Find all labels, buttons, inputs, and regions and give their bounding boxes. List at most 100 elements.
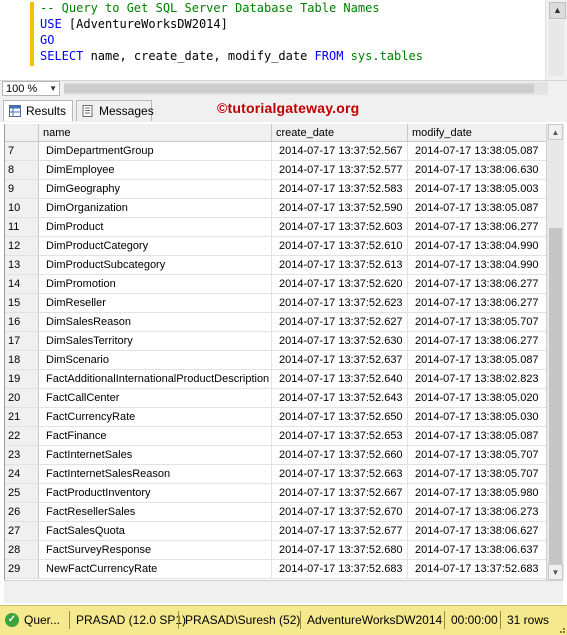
table-row[interactable]: 20 FactCallCenter 2014-07-17 13:37:52.643 2… bbox=[5, 389, 547, 408]
row-number[interactable]: 23 bbox=[5, 446, 39, 465]
table-row[interactable]: 25 FactProductInventory 2014-07-17 13:37:5… bbox=[5, 484, 547, 503]
editor-vertical-scrollbar[interactable]: ▲ bbox=[545, 0, 567, 80]
cell-modify-date[interactable]: 2014-07-17 13:38:06.627 bbox=[408, 522, 547, 541]
row-number[interactable]: 13 bbox=[5, 256, 39, 275]
cell-modify-date[interactable]: 2014-07-17 13:38:06.277 bbox=[408, 332, 547, 351]
row-number[interactable]: 24 bbox=[5, 465, 39, 484]
code-line[interactable]: -- Query to Get SQL Server Database Tabl… bbox=[40, 0, 545, 16]
cell-create-date[interactable]: 2014-07-17 13:37:52.567 bbox=[272, 142, 408, 161]
row-number[interactable]: 9 bbox=[5, 180, 39, 199]
row-number[interactable]: 11 bbox=[5, 218, 39, 237]
table-row[interactable]: 27 FactSalesQuota 2014-07-17 13:37:52.677 2… bbox=[5, 522, 547, 541]
cell-name[interactable]: FactInternetSalesReason bbox=[39, 465, 272, 484]
cell-modify-date[interactable]: 2014-07-17 13:38:04.990 bbox=[408, 237, 547, 256]
cell-name[interactable]: FactResellerSales bbox=[39, 503, 272, 522]
cell-name[interactable]: DimDepartmentGroup bbox=[39, 142, 272, 161]
cell-name[interactable]: DimProductSubcategory bbox=[39, 256, 272, 275]
cell-name[interactable]: DimOrganization bbox=[39, 199, 272, 218]
table-row[interactable]: 29 NewFactCurrencyRate 2014-07-17 13:37:52… bbox=[5, 560, 547, 579]
cell-create-date[interactable]: 2014-07-17 13:37:52.623 bbox=[272, 294, 408, 313]
table-row[interactable]: 22 FactFinance 2014-07-17 13:37:52.653 2014… bbox=[5, 427, 547, 446]
cell-name[interactable]: DimProduct bbox=[39, 218, 272, 237]
cell-modify-date[interactable]: 2014-07-17 13:38:05.087 bbox=[408, 142, 547, 161]
table-row[interactable]: 8 DimEmployee 2014-07-17 13:37:52.577 2014-… bbox=[5, 161, 547, 180]
row-number[interactable]: 8 bbox=[5, 161, 39, 180]
row-number[interactable]: 17 bbox=[5, 332, 39, 351]
cell-name[interactable]: FactFinance bbox=[39, 427, 272, 446]
column-header-modify-date[interactable]: modify_date bbox=[408, 124, 547, 142]
cell-modify-date[interactable]: 2014-07-17 13:38:05.707 bbox=[408, 446, 547, 465]
cell-create-date[interactable]: 2014-07-17 13:37:52.637 bbox=[272, 351, 408, 370]
table-row[interactable]: 21 FactCurrencyRate 2014-07-17 13:37:52.65… bbox=[5, 408, 547, 427]
cell-modify-date[interactable]: 2014-07-17 13:38:06.277 bbox=[408, 294, 547, 313]
table-row[interactable]: 7 DimDepartmentGroup 2014-07-17 13:37:52.5… bbox=[5, 142, 547, 161]
cell-name[interactable]: FactInternetSales bbox=[39, 446, 272, 465]
table-row[interactable]: 9 DimGeography 2014-07-17 13:37:52.583 2014… bbox=[5, 180, 547, 199]
sql-code[interactable]: -- Query to Get SQL Server Database Tabl… bbox=[40, 0, 545, 64]
cell-modify-date[interactable]: 2014-07-17 13:37:52.683 bbox=[408, 560, 547, 579]
grid-vertical-scrollbar[interactable]: ▲ ▼ bbox=[546, 124, 564, 580]
cell-name[interactable]: FactAdditionalInternationalProductDescri… bbox=[39, 370, 272, 389]
row-number[interactable]: 14 bbox=[5, 275, 39, 294]
table-row[interactable]: 11 DimProduct 2014-07-17 13:37:52.603 2014-… bbox=[5, 218, 547, 237]
cell-modify-date[interactable]: 2014-07-17 13:38:06.630 bbox=[408, 161, 547, 180]
zoom-select[interactable]: 100 % ▼ bbox=[2, 81, 60, 96]
editor-scroll-track[interactable] bbox=[549, 20, 564, 76]
cell-modify-date[interactable]: 2014-07-17 13:38:06.637 bbox=[408, 541, 547, 560]
cell-name[interactable]: DimScenario bbox=[39, 351, 272, 370]
code-line[interactable]: GO bbox=[40, 32, 545, 48]
cell-name[interactable]: FactProductInventory bbox=[39, 484, 272, 503]
cell-modify-date[interactable]: 2014-07-17 13:38:05.020 bbox=[408, 389, 547, 408]
row-number[interactable]: 7 bbox=[5, 142, 39, 161]
cell-create-date[interactable]: 2014-07-17 13:37:52.610 bbox=[272, 237, 408, 256]
cell-create-date[interactable]: 2014-07-17 13:37:52.583 bbox=[272, 180, 408, 199]
row-number[interactable]: 18 bbox=[5, 351, 39, 370]
row-number[interactable]: 10 bbox=[5, 199, 39, 218]
cell-modify-date[interactable]: 2014-07-17 13:38:05.087 bbox=[408, 351, 547, 370]
cell-name[interactable]: NewFactCurrencyRate bbox=[39, 560, 272, 579]
cell-name[interactable]: DimSalesReason bbox=[39, 313, 272, 332]
row-number[interactable]: 19 bbox=[5, 370, 39, 389]
grid-horizontal-scrollbar[interactable] bbox=[4, 580, 563, 603]
cell-name[interactable]: FactSurveyResponse bbox=[39, 541, 272, 560]
cell-create-date[interactable]: 2014-07-17 13:37:52.590 bbox=[272, 199, 408, 218]
cell-modify-date[interactable]: 2014-07-17 13:38:05.003 bbox=[408, 180, 547, 199]
cell-create-date[interactable]: 2014-07-17 13:37:52.627 bbox=[272, 313, 408, 332]
table-row[interactable]: 18 DimScenario 2014-07-17 13:37:52.637 2014… bbox=[5, 351, 547, 370]
table-row[interactable]: 13 DimProductSubcategory 2014-07-17 13:37:… bbox=[5, 256, 547, 275]
cell-name[interactable]: DimReseller bbox=[39, 294, 272, 313]
cell-name[interactable]: FactCurrencyRate bbox=[39, 408, 272, 427]
row-number[interactable]: 22 bbox=[5, 427, 39, 446]
grid-scroll-thumb[interactable] bbox=[549, 228, 562, 564]
table-row[interactable]: 28 FactSurveyResponse 2014-07-17 13:37:52.… bbox=[5, 541, 547, 560]
cell-create-date[interactable]: 2014-07-17 13:37:52.677 bbox=[272, 522, 408, 541]
column-header-create-date[interactable]: create_date bbox=[272, 124, 408, 142]
cell-create-date[interactable]: 2014-07-17 13:37:52.653 bbox=[272, 427, 408, 446]
table-row[interactable]: 14 DimPromotion 2014-07-17 13:37:52.620 201… bbox=[5, 275, 547, 294]
cell-modify-date[interactable]: 2014-07-17 13:38:05.087 bbox=[408, 427, 547, 446]
query-editor[interactable]: -- Query to Get SQL Server Database Tabl… bbox=[0, 0, 567, 80]
cell-modify-date[interactable]: 2014-07-17 13:38:05.030 bbox=[408, 408, 547, 427]
cell-create-date[interactable]: 2014-07-17 13:37:52.660 bbox=[272, 446, 408, 465]
cell-create-date[interactable]: 2014-07-17 13:37:52.667 bbox=[272, 484, 408, 503]
row-number[interactable]: 12 bbox=[5, 237, 39, 256]
scroll-up-icon[interactable]: ▲ bbox=[548, 124, 563, 140]
code-line[interactable]: SELECT name, create_date, modify_date FR… bbox=[40, 48, 545, 64]
cell-name[interactable]: DimEmployee bbox=[39, 161, 272, 180]
row-number[interactable]: 27 bbox=[5, 522, 39, 541]
cell-name[interactable]: DimPromotion bbox=[39, 275, 272, 294]
cell-name[interactable]: DimSalesTerritory bbox=[39, 332, 272, 351]
cell-create-date[interactable]: 2014-07-17 13:37:52.577 bbox=[272, 161, 408, 180]
cell-create-date[interactable]: 2014-07-17 13:37:52.613 bbox=[272, 256, 408, 275]
cell-create-date[interactable]: 2014-07-17 13:37:52.670 bbox=[272, 503, 408, 522]
row-number[interactable]: 28 bbox=[5, 541, 39, 560]
resize-grip-icon[interactable] bbox=[557, 625, 565, 633]
cell-name[interactable]: FactSalesQuota bbox=[39, 522, 272, 541]
cell-create-date[interactable]: 2014-07-17 13:37:52.640 bbox=[272, 370, 408, 389]
row-number[interactable]: 20 bbox=[5, 389, 39, 408]
table-row[interactable]: 26 FactResellerSales 2014-07-17 13:37:52.6… bbox=[5, 503, 547, 522]
cell-name[interactable]: FactCallCenter bbox=[39, 389, 272, 408]
column-header-name[interactable]: name bbox=[39, 124, 272, 142]
cell-create-date[interactable]: 2014-07-17 13:37:52.643 bbox=[272, 389, 408, 408]
code-line[interactable]: USE [AdventureWorksDW2014] bbox=[40, 16, 545, 32]
